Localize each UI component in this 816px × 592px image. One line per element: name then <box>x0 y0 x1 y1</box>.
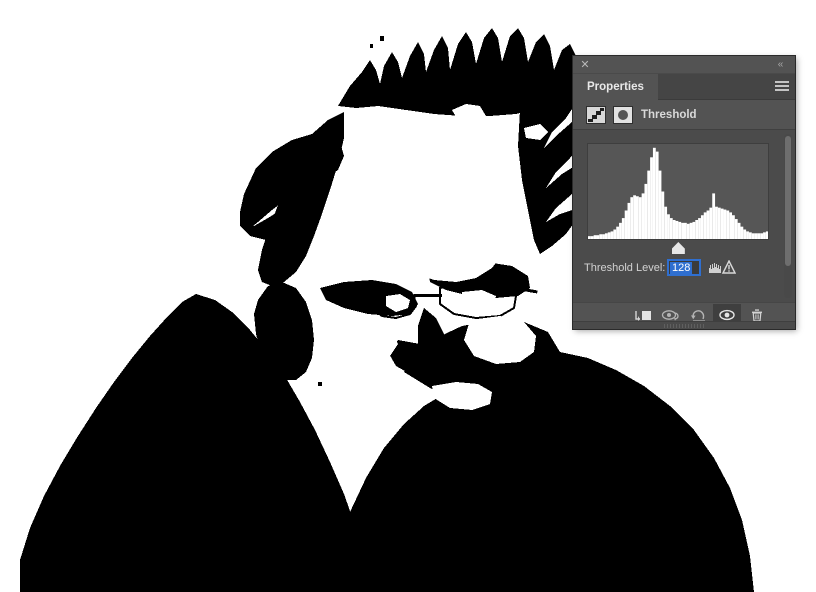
threshold-adjustment-icon[interactable] <box>586 106 606 124</box>
collapse-panel-icon[interactable]: « <box>773 59 787 71</box>
scrollbar-thumb[interactable] <box>785 136 791 266</box>
close-icon[interactable]: ✕ <box>579 59 591 71</box>
threshold-level-label: Threshold Level: <box>584 262 666 274</box>
panel-titlebar[interactable]: ✕ « <box>573 56 795 74</box>
uncached-data-warning-icon[interactable] <box>721 259 737 274</box>
adjustment-header: Threshold <box>573 100 795 130</box>
panel-vertical-scrollbar[interactable] <box>784 134 792 298</box>
adjustment-title: Threshold <box>641 109 697 121</box>
tab-properties[interactable]: Properties <box>573 74 658 100</box>
panel-menu-icon[interactable] <box>775 81 789 93</box>
threshold-slider-thumb[interactable] <box>671 242 685 254</box>
photoshop-document-window: ✕ « Properties Threshold Threshold Level… <box>0 0 816 592</box>
threshold-histogram <box>587 143 769 240</box>
panel-tab-bar: Properties <box>573 74 795 100</box>
threshold-slider-track[interactable] <box>587 240 769 256</box>
properties-panel[interactable]: ✕ « Properties Threshold Threshold Level… <box>573 56 795 329</box>
layer-mask-thumbnail[interactable] <box>613 106 633 124</box>
histogram-plot <box>588 144 768 239</box>
threshold-level-value[interactable]: 128 <box>670 262 693 275</box>
threshold-level-input[interactable]: 128 <box>667 259 701 276</box>
panel-resize-grip[interactable] <box>573 321 795 329</box>
panel-body: Threshold Level: 128 <box>573 130 795 302</box>
histogram-refresh-icon[interactable] <box>708 260 723 274</box>
threshold-level-row: Threshold Level: 128 <box>573 258 795 280</box>
